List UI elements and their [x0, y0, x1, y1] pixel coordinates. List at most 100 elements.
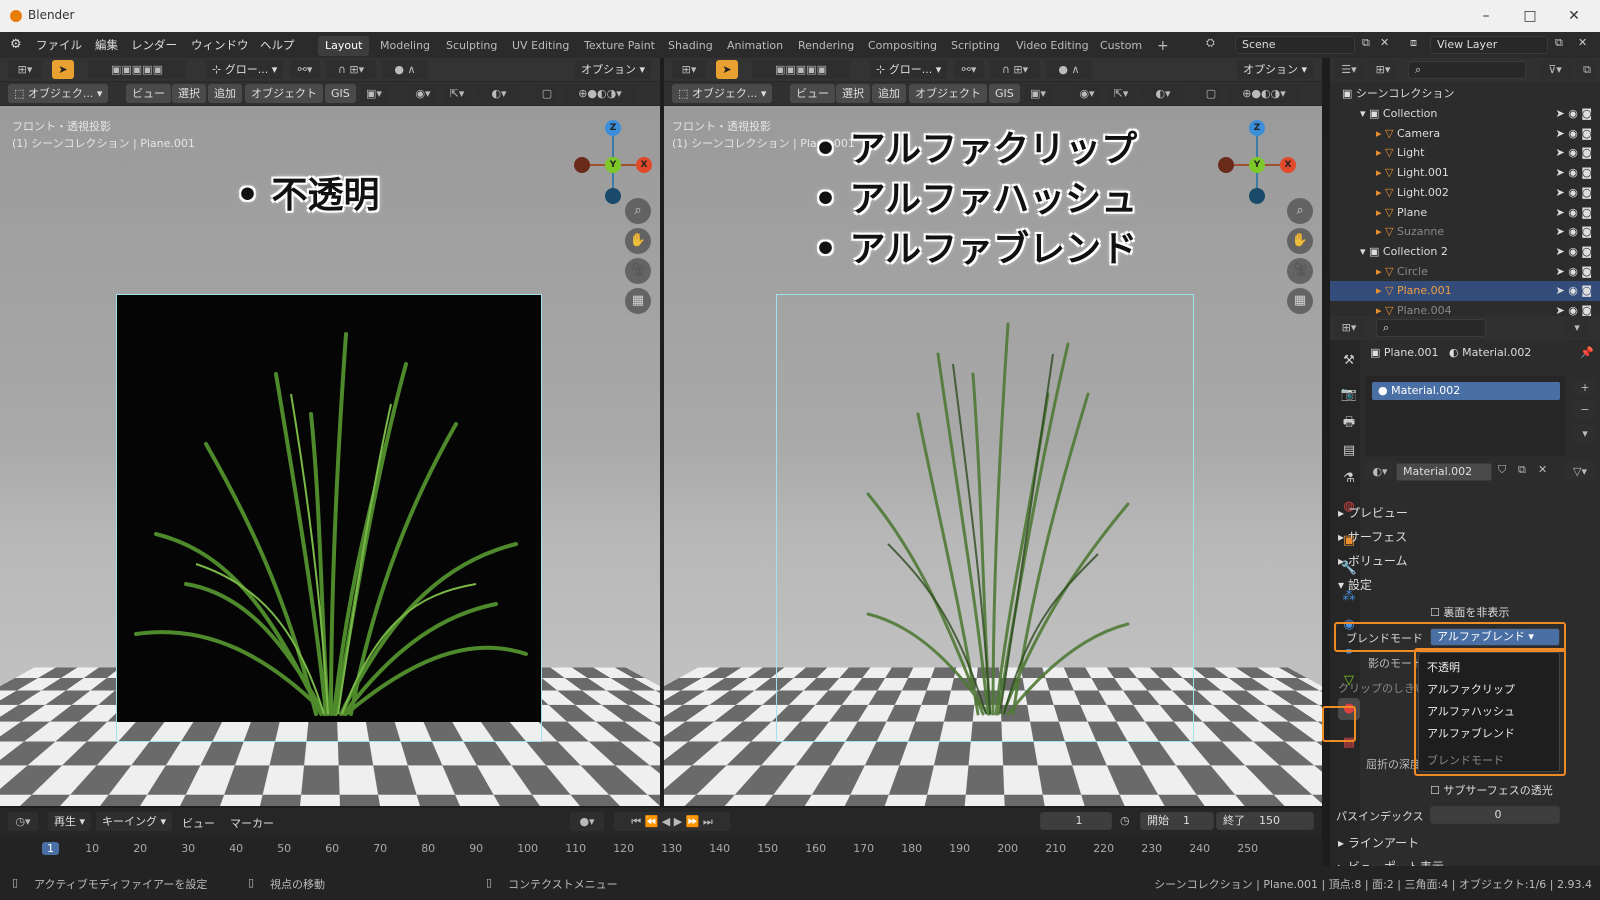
object-mode-dropdown[interactable]: ⬚ オブジェク... ▾ [672, 84, 772, 103]
menu-view[interactable]: ビュー [126, 84, 171, 103]
z-axis-icon[interactable]: Z [1249, 120, 1265, 136]
gizmo-icon[interactable]: ⇱▾ [1106, 84, 1136, 103]
menu-file[interactable]: ファイル [36, 37, 82, 53]
unlink-material-icon[interactable]: ✕ [1538, 463, 1547, 476]
slot-menu-icon[interactable]: ▾ [1574, 424, 1596, 443]
visibility-icons[interactable]: ➤ ◉ ◙ [1556, 203, 1592, 223]
menu-select[interactable]: 選択 [172, 84, 206, 103]
timeline-view-menu[interactable]: ビュー [182, 815, 215, 831]
select-tool-icon[interactable]: ➤ [716, 60, 738, 79]
fake-user-icon[interactable]: ⛉ [1498, 463, 1506, 477]
proportional-edit-icon[interactable]: ● ∧ [1046, 60, 1092, 79]
neg-z-axis-icon[interactable] [1249, 188, 1265, 204]
maximize-button[interactable]: □ [1508, 4, 1552, 28]
browse-material-icon[interactable]: ◐▾ [1366, 462, 1394, 481]
timeline-ruler[interactable]: 1 10 20 30 40 50 60 70 80 90 100 110 120 130 140 150 160… [0, 836, 1322, 866]
menu-gis[interactable]: GIS [989, 84, 1020, 103]
zoom-icon[interactable]: ⌕ [1287, 198, 1313, 224]
gizmo-icon[interactable]: ⇱▾ [442, 84, 472, 103]
visibility-icons[interactable]: ➤ ◉ ◙ [1556, 262, 1592, 282]
tab-compositing[interactable]: Compositing [861, 36, 944, 56]
options-dropdown[interactable]: オプション ▾ [1237, 60, 1313, 79]
properties-options-icon[interactable]: ▾ [1566, 318, 1588, 337]
menu-select[interactable]: 選択 [836, 84, 870, 103]
menu-add[interactable]: 追加 [872, 84, 906, 103]
overlay-icon[interactable]: ◐▾ [478, 84, 520, 103]
y-axis-icon[interactable]: Y [605, 157, 621, 173]
link-type-icon[interactable]: ▽▾ [1566, 462, 1594, 481]
material-slot-list[interactable]: ● Material.002 [1366, 376, 1566, 456]
tab-animation[interactable]: Animation [720, 36, 790, 56]
neg-x-axis-icon[interactable] [574, 157, 590, 173]
add-workspace-icon[interactable]: + [1150, 36, 1176, 56]
backface-checkbox[interactable]: ☐ 裏面を非表示 [1430, 604, 1509, 620]
delete-scene-icon[interactable]: ✕ [1380, 36, 1389, 49]
scene-icon[interactable]: ⛭ [1206, 36, 1215, 50]
add-slot-icon[interactable]: + [1574, 378, 1596, 397]
visibility-icons[interactable]: ➤ ◉ ◙ [1556, 163, 1592, 183]
outliner-item[interactable]: ▸ ▽ Plane.001 ➤ ◉ ◙ [1330, 281, 1600, 301]
outliner-item[interactable]: ▸ ▽ Circle ➤ ◉ ◙ [1330, 262, 1600, 282]
visibility-icons[interactable]: ➤ ◉ ◙ [1556, 143, 1592, 163]
render-tab-icon[interactable]: 📷 [1338, 384, 1360, 406]
material-name-field[interactable]: Material.002 [1396, 463, 1492, 481]
keying-menu[interactable]: キーイング ▾ [96, 812, 172, 831]
visibility-icons[interactable]: ➤ ◉ ◙ [1556, 242, 1592, 262]
x-axis-icon[interactable]: X [1280, 157, 1296, 173]
end-frame-field[interactable]: 終了 150 [1216, 812, 1314, 830]
tab-shading[interactable]: Shading [661, 36, 720, 56]
select-mode-icons[interactable]: ▣▣▣▣▣ [752, 60, 850, 79]
object-mode-dropdown[interactable]: ⬚ オブジェク... ▾ [8, 84, 108, 103]
duplicate-material-icon[interactable]: ⧉ [1518, 463, 1526, 477]
navigation-gizmo-right[interactable]: Z Y X [1212, 120, 1302, 210]
visibility-icons[interactable]: ➤ ◉ ◙ [1556, 124, 1592, 144]
material-slot-item[interactable]: ● Material.002 [1372, 382, 1560, 400]
navigation-gizmo-left[interactable]: Z Y X [568, 120, 658, 210]
menu-help[interactable]: ヘルプ [260, 37, 295, 53]
visibility-icons[interactable]: ➤ ◉ ◙ [1556, 281, 1592, 301]
menu-window[interactable]: ウィンドウ [191, 37, 249, 53]
xray-icon[interactable]: ▢ [536, 84, 558, 103]
clock-icon[interactable]: ◷ [1120, 814, 1130, 827]
remove-slot-icon[interactable]: − [1574, 400, 1596, 419]
timeline-marker-menu[interactable]: マーカー [230, 815, 274, 831]
start-frame-field[interactable]: 開始 1 [1140, 812, 1214, 830]
pass-index-field[interactable]: 0 [1430, 806, 1560, 824]
visibility-icon[interactable]: ◉▾ [408, 84, 438, 103]
view-layer-tab-icon[interactable]: ▤ [1338, 440, 1360, 462]
tab-rendering[interactable]: Rendering [791, 36, 861, 56]
pivot-icon[interactable]: ⚯▾ [290, 60, 320, 79]
menu-view[interactable]: ビュー [790, 84, 835, 103]
blender-menu-icon[interactable]: ⚙ [10, 37, 22, 52]
delete-view-layer-icon[interactable]: ✕ [1578, 36, 1587, 49]
outliner-root[interactable]: ▣ シーンコレクション [1330, 84, 1600, 104]
menu-object[interactable]: オブジェクト [245, 84, 323, 103]
outliner-editor-icon[interactable]: ☰▾ [1334, 60, 1364, 79]
minimize-button[interactable]: – [1464, 4, 1508, 28]
outliner-item[interactable]: ▸ ▽ Suzanne ➤ ◉ ◙ [1330, 222, 1600, 242]
camera-view-icon[interactable]: 🎥 [1287, 258, 1313, 284]
viewport-right[interactable]: ⊞▾ ➤ ▣▣▣▣▣ ⊹ グロー... ▾ ⚯▾ ∩ ⊞▾ ● ∧ オプション … [664, 58, 1322, 806]
section-volume[interactable]: ▸ ボリューム [1338, 552, 1407, 569]
outliner-item[interactable]: ▸ ▽ Plane ➤ ◉ ◙ [1330, 203, 1600, 223]
menu-add[interactable]: 追加 [208, 84, 242, 103]
editor-type-icon[interactable]: ⊞▾ [8, 60, 42, 79]
visibility-icons[interactable]: ➤ ◉ ◙ [1556, 183, 1592, 203]
tab-sculpting[interactable]: Sculpting [439, 36, 504, 56]
filter-icon[interactable]: ⊽▾ [1538, 60, 1572, 79]
tab-modeling[interactable]: Modeling [373, 36, 437, 56]
outliner-item[interactable]: ▸ ▽ Light.001 ➤ ◉ ◙ [1330, 163, 1600, 183]
pan-hand-icon[interactable]: ✋ [625, 228, 651, 254]
camera-view-icon[interactable]: 🎥 [625, 258, 651, 284]
scene-field[interactable]: Scene [1235, 36, 1355, 54]
new-scene-icon[interactable]: ⧉ [1362, 36, 1370, 50]
menu-gis[interactable]: GIS [325, 84, 356, 103]
section-surface[interactable]: ▸ サーフェス [1338, 528, 1407, 545]
timeline[interactable]: ◷▾ 再生 ▾ キーイング ▾ ビュー マーカー ●▾ ⏮ ⏪ ◀ ▶ ⏩ ⏭ … [0, 808, 1322, 866]
scene-tab-icon[interactable]: ⚗ [1338, 468, 1360, 490]
visibility-icons[interactable]: ➤ ◉ ◙ [1556, 222, 1592, 242]
tab-video-editing[interactable]: Video Editing [1009, 36, 1096, 56]
visibility-icon[interactable]: ◉▾ [1072, 84, 1102, 103]
menu-edit[interactable]: 編集 [95, 37, 118, 53]
timeline-editor-icon[interactable]: ◷▾ [8, 812, 38, 831]
